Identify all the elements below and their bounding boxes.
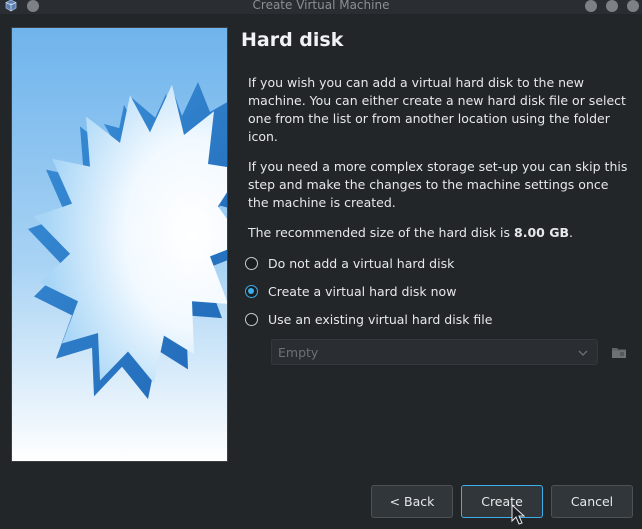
existing-disk-select[interactable]: Empty <box>271 339 598 365</box>
chevron-down-icon <box>578 350 588 356</box>
starburst-illustration <box>12 28 227 461</box>
folder-icon[interactable] <box>611 344 627 360</box>
close-icon[interactable] <box>627 0 639 12</box>
recommended-size-text: The recommended size of the hard disk is… <box>248 224 628 242</box>
page-title: Hard disk <box>241 29 344 51</box>
back-button[interactable]: < Back <box>371 485 453 518</box>
mouse-cursor-icon <box>511 504 525 525</box>
wizard-side-image <box>11 27 228 462</box>
window-title: Create Virtual Machine <box>252 0 390 12</box>
option-label: Create a virtual hard disk now <box>268 283 457 299</box>
intro-text: If you wish you can add a virtual hard d… <box>248 75 626 144</box>
option-create-disk[interactable]: Create a virtual hard disk now <box>245 282 456 300</box>
option-label: Do not add a virtual hard disk <box>268 255 455 271</box>
create-button[interactable]: Create <box>461 485 543 518</box>
existing-disk-value: Empty <box>278 345 319 360</box>
option-existing-disk[interactable]: Use an existing virtual hard disk file <box>245 310 492 328</box>
minimize-icon[interactable] <box>585 0 597 12</box>
radio-existing-disk[interactable] <box>245 312 258 326</box>
maximize-icon[interactable] <box>606 0 618 12</box>
recommended-prefix: The recommended size of the hard disk is <box>248 225 515 240</box>
storage-setup-text: If you need a more complex storage set-u… <box>248 159 628 210</box>
recommended-suffix: . <box>569 225 573 240</box>
radio-create-disk[interactable] <box>245 284 258 298</box>
recommended-size-value: 8.00 GB <box>514 225 569 240</box>
title-bar: Create Virtual Machine <box>0 0 642 14</box>
radio-no-disk[interactable] <box>245 256 258 270</box>
option-label: Use an existing virtual hard disk file <box>268 311 493 327</box>
cancel-button[interactable]: Cancel <box>551 485 633 518</box>
option-no-disk[interactable]: Do not add a virtual hard disk <box>245 254 454 272</box>
